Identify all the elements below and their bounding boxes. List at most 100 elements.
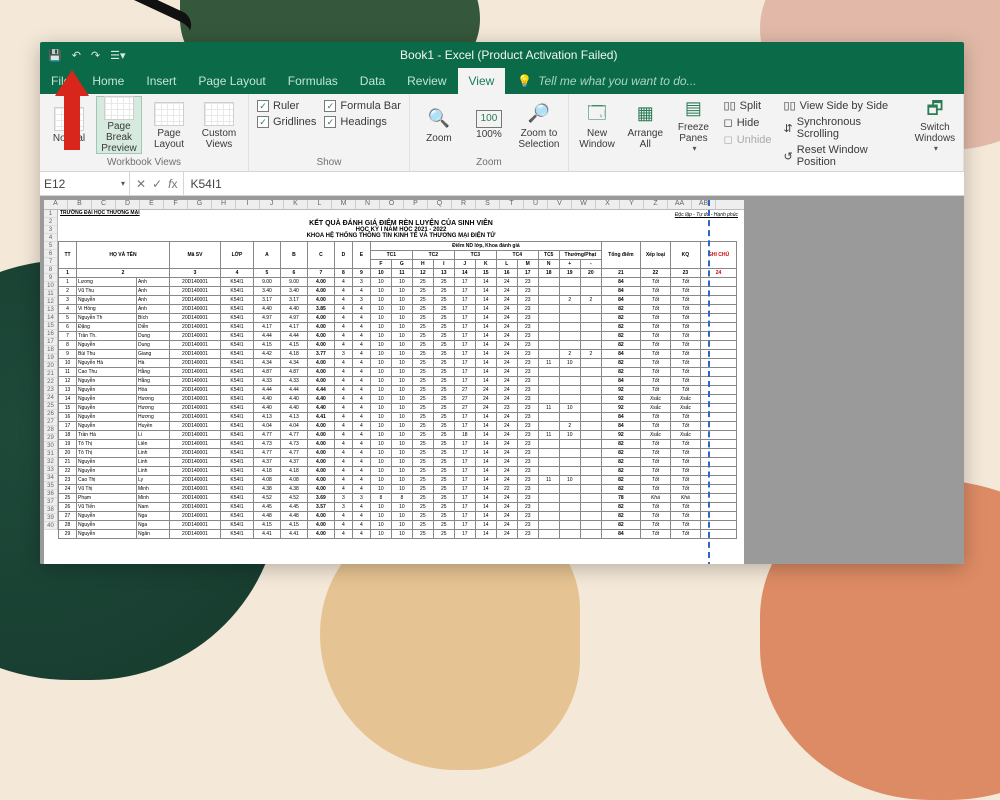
freeze-icon: ▤ <box>678 96 708 121</box>
table-row[interactable]: 4Vi HồngAnh20D140001K54I1 4.404.403.8544… <box>59 305 737 314</box>
enter-icon[interactable]: ✓ <box>152 177 162 191</box>
touch-mode-icon[interactable]: ☰▾ <box>110 49 125 62</box>
new-window-button[interactable]: 🗔New Window <box>575 96 619 154</box>
hide-icon: ◻ <box>724 116 733 129</box>
table-row[interactable]: 13NguyễnHòa20D140001K54I1 4.444.444.4444… <box>59 386 737 395</box>
doc-org: TRƯỜNG ĐẠI HỌC THƯƠNG MẠI <box>60 210 744 216</box>
page-break-preview-page: ABCDEFGHIJKLMNOPQRSTUVWXYZAAAB 123456789… <box>44 200 744 564</box>
table-row[interactable]: 17NguyễnHuyền20D140001K54I1 4.044.044.00… <box>59 422 737 431</box>
table-row[interactable]: 15NguyễnHương20D140001K54I1 4.404.404.40… <box>59 404 737 413</box>
table-row[interactable]: 20Tô ThịLinh20D140001K54I1 4.774.774.004… <box>59 449 737 458</box>
table-row[interactable]: 24Vũ ThịMinh20D140001K54I1 4.384.384.004… <box>59 485 737 494</box>
headings-checkbox[interactable]: ✓Headings <box>324 116 401 128</box>
page-break-line <box>708 200 710 564</box>
table-row[interactable]: 27NguyễnNga20D140001K54I1 4.484.484.0044… <box>59 512 737 521</box>
ribbon-tabs: File Home Insert Page Layout Formulas Da… <box>40 68 964 94</box>
group-label: Zoom <box>416 155 562 171</box>
unhide-button[interactable]: ◻Unhide <box>722 132 774 147</box>
row-headers[interactable]: 1234567891011121314151617181920212223242… <box>44 210 58 530</box>
tell-me-search[interactable]: 💡 Tell me what you want to do... <box>505 68 964 94</box>
split-button[interactable]: ▯▯Split <box>722 98 774 113</box>
table-row[interactable]: 25PhạmMinh20D140001K54I1 4.524.523.6933 … <box>59 494 737 503</box>
tab-review[interactable]: Review <box>396 68 457 94</box>
doc-topright: Độc lập - Tự do - Hạnh phúc <box>675 212 738 218</box>
formula-input[interactable]: K54I1 <box>184 172 964 195</box>
table-row[interactable]: 7Trần Th.Dung20D140001K54I1 4.444.444.00… <box>59 332 737 341</box>
table-row[interactable]: 22NguyễnLinh20D140001K54I1 4.184.184.004… <box>59 467 737 476</box>
magnifier-icon: 🔍 <box>424 106 454 132</box>
annotation-arrow <box>55 70 89 150</box>
hide-button[interactable]: ◻Hide <box>722 115 774 130</box>
zoom-selection-button[interactable]: 🔎Zoom to Selection <box>516 96 562 154</box>
redo-icon[interactable]: ↷ <box>91 49 100 62</box>
table-row[interactable]: 11Cao ThuHằng20D140001K54I1 4.874.874.00… <box>59 368 737 377</box>
arrange-all-button[interactable]: ▦Arrange All <box>623 96 667 154</box>
table-row[interactable]: 16NguyễnHương20D140001K54I1 4.134.134.41… <box>59 413 737 422</box>
tab-data[interactable]: Data <box>349 68 396 94</box>
custom-views-button[interactable]: Custom Views <box>196 96 242 154</box>
table-row[interactable]: 9Bùi ThuGiang20D140001K54I1 4.424.183.77… <box>59 350 737 359</box>
tab-insert[interactable]: Insert <box>135 68 187 94</box>
group-label: Workbook Views <box>46 155 242 171</box>
table-row[interactable]: 21NguyễnLinh20D140001K54I1 4.374.374.004… <box>59 458 737 467</box>
table-row[interactable]: 6ĐặngDiễn20D140001K54I1 4.174.174.0044 1… <box>59 323 737 332</box>
excel-window: 💾 ↶ ↷ ☰▾ Book1 - Excel (Product Activati… <box>40 42 964 564</box>
table-row[interactable]: 26Vũ TiếnNam20D140001K54I1 4.454.453.573… <box>59 503 737 512</box>
reset-pos-button[interactable]: ↺Reset Window Position <box>782 143 907 169</box>
fx-icon[interactable]: fx <box>168 177 177 191</box>
table-row[interactable]: 18Trần HàLi20D140001K54I1 4.774.774.0044… <box>59 431 737 440</box>
gridlines-checkbox[interactable]: ✓Gridlines <box>257 116 316 128</box>
new-window-icon: 🗔 <box>582 101 612 127</box>
table-row[interactable]: 3NguyễnAnh20D140001K54I1 3.173.174.0043 … <box>59 296 737 305</box>
group-window: 🗔New Window ▦Arrange All ▤Freeze Panes▾ … <box>569 94 964 171</box>
quick-access-toolbar: 💾 ↶ ↷ ☰▾ <box>40 49 134 62</box>
sync-scroll-button[interactable]: ⇵Synchronous Scrolling <box>782 115 907 141</box>
doc-dept: KHOA HỆ THỐNG THÔNG TIN KINH TẾ VÀ THƯƠN… <box>58 233 744 239</box>
switch-icon: 🗗 <box>920 96 950 121</box>
zoom-100-button[interactable]: 100100% <box>466 96 512 154</box>
side-by-side-button[interactable]: ▯▯View Side by Side <box>782 98 907 113</box>
tab-home[interactable]: Home <box>81 68 135 94</box>
zoom-button[interactable]: 🔍Zoom <box>416 96 462 154</box>
data-table[interactable]: TTHỌ VÀ TÊNMã SVLỚP ABCDE Điểm ND lớp, K… <box>58 241 737 539</box>
ruler-checkbox[interactable]: ✓Ruler <box>257 100 316 112</box>
title-bar: 💾 ↶ ↷ ☰▾ Book1 - Excel (Product Activati… <box>40 42 964 68</box>
worksheet-area[interactable]: ABCDEFGHIJKLMNOPQRSTUVWXYZAAAB 123456789… <box>40 196 964 564</box>
page-layout-button[interactable]: Page Layout <box>146 96 192 154</box>
table-row[interactable]: 12NguyễnHằng20D140001K54I1 4.334.334.004… <box>59 377 737 386</box>
split-icon: ▯▯ <box>724 99 736 112</box>
formula-bar: E12▾ ✕ ✓ fx K54I1 <box>40 172 964 196</box>
name-box[interactable]: E12▾ <box>40 172 130 195</box>
arrange-icon: ▦ <box>630 101 660 127</box>
tab-view[interactable]: View <box>458 68 506 94</box>
cancel-icon[interactable]: ✕ <box>136 177 146 191</box>
formula-bar-checkbox[interactable]: ✓Formula Bar <box>324 100 401 112</box>
undo-icon[interactable]: ↶ <box>72 49 81 62</box>
switch-windows-button[interactable]: 🗗Switch Windows▾ <box>913 96 957 154</box>
table-row[interactable]: 5Nguyễn ThBích20D140001K54I1 4.974.974.0… <box>59 314 737 323</box>
doc-title: KẾT QUẢ ĐÁNH GIÁ ĐIỂM RÈN LUYỆN CỦA SINH… <box>58 220 744 227</box>
unhide-icon: ◻ <box>724 133 733 146</box>
table-row[interactable]: 19Tô ThịLiên20D140001K54I1 4.734.734.004… <box>59 440 737 449</box>
tell-me-placeholder: Tell me what you want to do... <box>538 74 696 88</box>
tab-page-layout[interactable]: Page Layout <box>187 68 276 94</box>
tab-formulas[interactable]: Formulas <box>277 68 349 94</box>
table-row[interactable]: 10Nguyễn HàHà20D140001K54I1 4.344.344.00… <box>59 359 737 368</box>
page-break-preview-button[interactable]: Page Break Preview <box>96 96 142 154</box>
sync-icon: ⇵ <box>784 122 793 135</box>
ribbon: Normal Page Break Preview Page Layout Cu… <box>40 94 964 172</box>
table-row[interactable]: 14NguyễnHương20D140001K54I1 4.404.404.40… <box>59 395 737 404</box>
freeze-panes-button[interactable]: ▤Freeze Panes▾ <box>671 96 715 154</box>
save-icon[interactable]: 💾 <box>48 49 62 62</box>
column-headers[interactable]: ABCDEFGHIJKLMNOPQRSTUVWXYZAAAB <box>44 200 744 210</box>
chevron-down-icon: ▾ <box>121 179 125 188</box>
bulb-icon: 💡 <box>517 74 532 88</box>
table-row[interactable]: 23Cao ThịLy20D140001K54I1 4.084.084.0044… <box>59 476 737 485</box>
table-row[interactable]: 2Vũ ThuAnh20D140001K54I1 3.403.404.0044 … <box>59 287 737 296</box>
table-row[interactable]: 28NguyễnNga20D140001K54I1 4.154.154.0044… <box>59 521 737 530</box>
table-row[interactable]: 1LươngAnh20D140001K54I1 9.009.004.0043 1… <box>59 278 737 287</box>
table-row[interactable]: 29NguyễnNgân20D140001K54I1 4.414.414.004… <box>59 530 737 539</box>
group-zoom: 🔍Zoom 100100% 🔎Zoom to Selection Zoom <box>410 94 569 171</box>
table-row[interactable]: 8NguyễnDung20D140001K54I1 4.154.154.0044… <box>59 341 737 350</box>
sidebyside-icon: ▯▯ <box>784 99 796 112</box>
